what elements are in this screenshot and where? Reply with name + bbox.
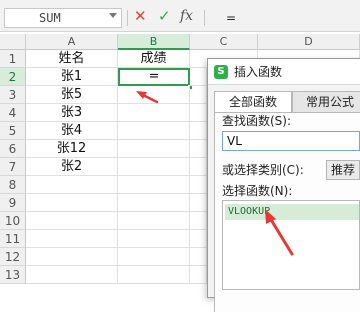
annotation-arrows <box>136 91 294 256</box>
arrow-to-cell-icon <box>136 91 159 104</box>
arrow-to-vlookup-icon <box>265 209 294 256</box>
